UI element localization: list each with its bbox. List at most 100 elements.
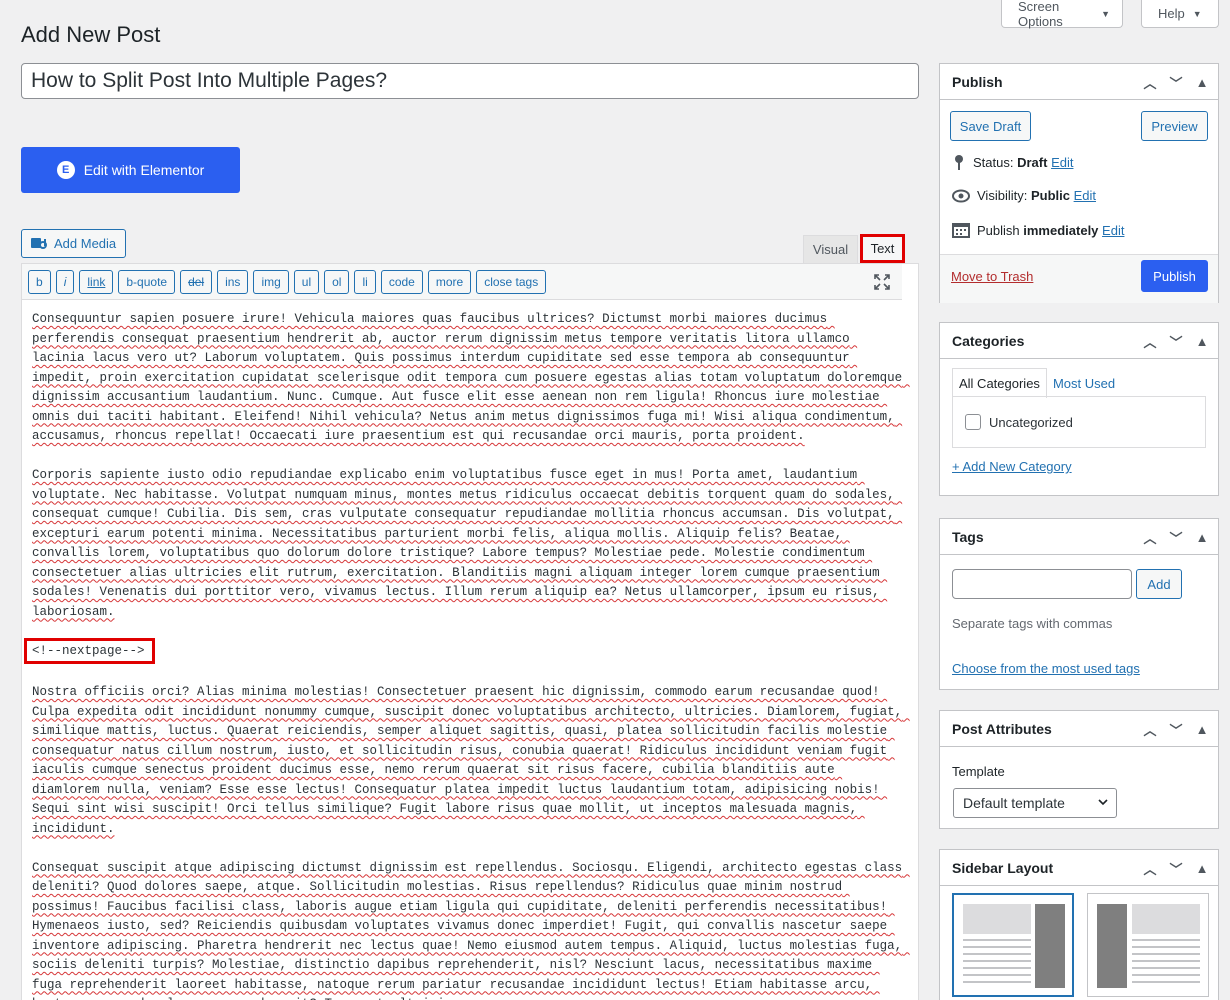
page-title: Add New Post — [21, 22, 161, 47]
qt-ul-button[interactable]: ul — [293, 269, 320, 294]
post-attributes-box-header: Post Attributes ︿ ﹀ ▲ — [940, 711, 1218, 747]
qt-ins-button[interactable]: ins — [217, 269, 249, 294]
add-new-category-link[interactable]: + Add New Category — [952, 459, 1072, 474]
publish-button[interactable]: Publish — [1141, 260, 1208, 292]
add-tag-button[interactable]: Add — [1136, 569, 1182, 599]
tab-text[interactable]: Text — [860, 234, 905, 263]
move-to-trash-link[interactable]: Move to Trash — [951, 269, 1033, 284]
tab-most-used[interactable]: Most Used — [1047, 368, 1121, 398]
paragraph: Consequuntur sapien posuere irure! Vehic… — [32, 312, 910, 443]
categories-box: Categories ︿ ﹀ ▲ All Categories Most Use… — [939, 322, 1219, 496]
nextpage-tag: <!--nextpage--> — [24, 637, 155, 664]
qt-italic-button[interactable]: i — [55, 269, 75, 294]
sidebar-layout-box-title: Sidebar Layout — [952, 859, 1054, 876]
collapse-icon[interactable]: ▲ — [1194, 75, 1210, 90]
edit-schedule-link[interactable]: Edit — [1102, 223, 1124, 238]
preview-button[interactable]: Preview — [1141, 111, 1208, 141]
visibility-value: Public — [1030, 188, 1070, 203]
publish-box-header: Publish ︿ ﹀ ▲ — [940, 64, 1218, 100]
add-media-label: Add Media — [54, 236, 117, 251]
collapse-icon[interactable]: ▲ — [1194, 722, 1210, 737]
category-tabs: All Categories Most Used — [952, 368, 1121, 398]
elementor-button-label: Edit with Elementor — [83, 162, 205, 178]
template-label: Template — [952, 764, 1005, 779]
category-list: Uncategorized — [952, 396, 1206, 448]
status-value: Draft — [1017, 154, 1048, 170]
qt-link-button[interactable]: link — [79, 269, 114, 294]
right-sidebar-layout-icon — [963, 904, 1065, 988]
template-select-value: Default template — [963, 795, 1065, 811]
elementor-icon: E — [56, 161, 75, 179]
status-row: Status: Draft Edit — [952, 154, 1073, 170]
save-draft-button[interactable]: Save Draft — [950, 111, 1031, 141]
caret-down-icon: ▼ — [1101, 8, 1110, 19]
schedule-row: Publish immediately Edit — [952, 222, 1124, 238]
publish-value: immediately — [1023, 222, 1099, 238]
move-down-icon[interactable]: ﹀ — [1168, 528, 1184, 547]
fullscreen-icon[interactable] — [874, 274, 890, 290]
tag-input[interactable] — [952, 569, 1132, 599]
post-title-input[interactable]: How to Split Post Into Multiple Pages? — [21, 63, 919, 99]
help-label: Help — [1158, 6, 1185, 21]
qt-bold-button[interactable]: b — [28, 269, 51, 294]
move-down-icon[interactable]: ﹀ — [1168, 720, 1184, 739]
categories-box-header: Categories ︿ ﹀ ▲ — [940, 323, 1218, 359]
screen-options-label: Screen Options — [1018, 0, 1063, 29]
move-up-icon[interactable]: ︿ — [1142, 720, 1158, 739]
chevron-down-icon — [1098, 799, 1108, 806]
qt-blockquote-button[interactable]: b-quote — [118, 269, 176, 294]
publish-actions: Move to Trash Publish — [940, 254, 1218, 303]
screen-options-button[interactable]: Screen Options ▼ — [1001, 0, 1123, 29]
post-attributes-box-title: Post Attributes — [952, 720, 1052, 737]
category-checkbox[interactable] — [965, 414, 981, 430]
collapse-icon[interactable]: ▲ — [1194, 530, 1210, 545]
edit-with-elementor-button[interactable]: E Edit with Elementor — [21, 147, 240, 193]
quicktags-toolbar: b i link b-quote del ins img ul ol li co… — [22, 264, 902, 300]
text-editor[interactable]: b i link b-quote del ins img ul ol li co… — [21, 263, 919, 1000]
collapse-icon[interactable]: ▲ — [1194, 334, 1210, 349]
add-media-button[interactable]: Add Media — [21, 229, 126, 258]
tags-box-title: Tags — [952, 528, 984, 545]
qt-img-button[interactable]: img — [253, 269, 289, 294]
choose-most-used-tags-link[interactable]: Choose from the most used tags — [952, 661, 1140, 676]
qt-close-tags-button[interactable]: close tags — [476, 269, 547, 294]
qt-li-button[interactable]: li — [354, 269, 376, 294]
collapse-icon[interactable]: ▲ — [1194, 861, 1210, 876]
tags-hint: Separate tags with commas — [952, 616, 1113, 631]
move-up-icon[interactable]: ︿ — [1142, 859, 1158, 878]
sidebar-layout-box-header: Sidebar Layout ︿ ﹀ ▲ — [940, 850, 1218, 886]
status-label: Status: — [973, 154, 1014, 170]
layout-right-sidebar-option[interactable] — [952, 893, 1074, 997]
tab-all-categories[interactable]: All Categories — [952, 368, 1047, 398]
caret-down-icon: ▼ — [1192, 8, 1202, 19]
sidebar-layout-box: Sidebar Layout ︿ ﹀ ▲ — [939, 849, 1219, 1000]
publish-box: Publish ︿ ﹀ ▲ Save Draft Preview Status:… — [939, 63, 1219, 303]
move-up-icon[interactable]: ︿ — [1142, 73, 1158, 92]
qt-code-button[interactable]: code — [380, 269, 423, 294]
calendar-icon — [952, 223, 970, 238]
edit-visibility-link[interactable]: Edit — [1074, 188, 1096, 203]
move-down-icon[interactable]: ﹀ — [1168, 859, 1184, 878]
tags-box-header: Tags ︿ ﹀ ▲ — [940, 519, 1218, 555]
eye-icon — [952, 189, 970, 202]
tags-box: Tags ︿ ﹀ ▲ Add Separate tags with commas… — [939, 518, 1219, 690]
qt-del-button[interactable]: del — [180, 269, 213, 294]
paragraph: Nostra officiis orci? Alias minima moles… — [32, 685, 910, 836]
post-attributes-box: Post Attributes ︿ ﹀ ▲ Template Default t… — [939, 710, 1219, 829]
editor-content[interactable]: Consequuntur sapien posuere irure! Vehic… — [22, 300, 918, 1000]
layout-left-sidebar-option[interactable] — [1087, 893, 1209, 997]
categories-box-title: Categories — [952, 332, 1025, 349]
paragraph: Consequat suscipit atque adipiscing dict… — [32, 860, 903, 1000]
move-up-icon[interactable]: ︿ — [1142, 528, 1158, 547]
template-select[interactable]: Default template — [953, 788, 1117, 818]
qt-ol-button[interactable]: ol — [324, 269, 350, 294]
pin-icon — [955, 155, 963, 170]
publish-box-title: Publish — [952, 73, 1003, 90]
move-up-icon[interactable]: ︿ — [1142, 332, 1158, 351]
help-button[interactable]: Help ▼ — [1141, 0, 1219, 28]
edit-status-link[interactable]: Edit — [1051, 155, 1073, 170]
tab-visual[interactable]: Visual — [803, 235, 858, 263]
qt-more-button[interactable]: more — [427, 269, 472, 294]
move-down-icon[interactable]: ﹀ — [1168, 73, 1184, 92]
move-down-icon[interactable]: ﹀ — [1168, 332, 1184, 351]
